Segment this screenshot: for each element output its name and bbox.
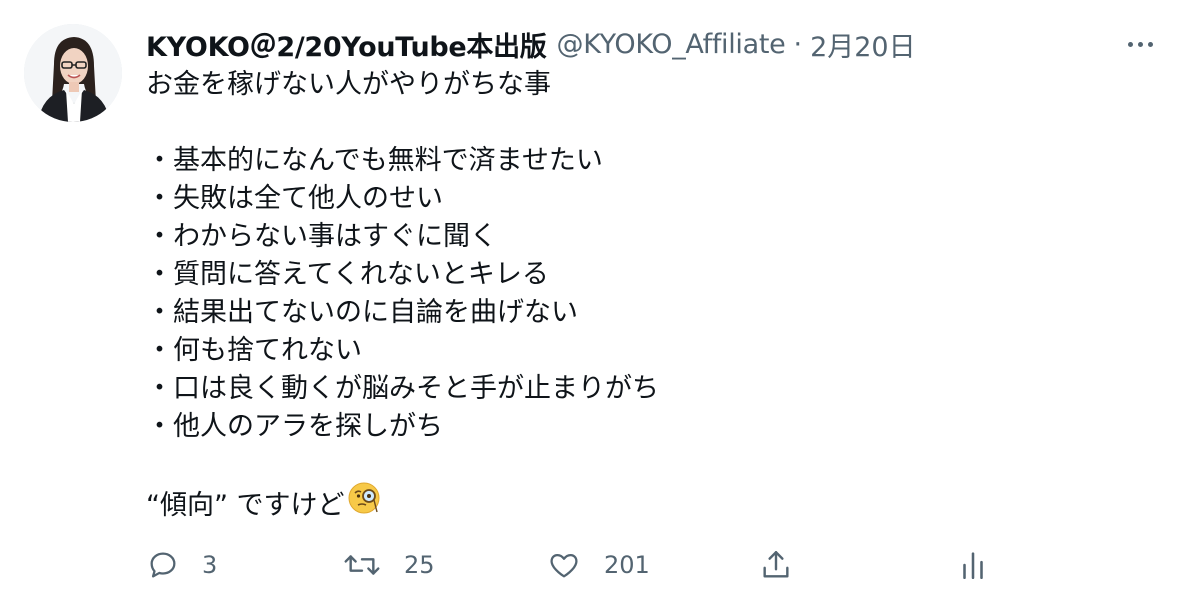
tweet-body: お金を稼げない人がやりがちな事 ・基本的になんでも無料で済ませたい ・失敗は全て… — [146, 66, 659, 522]
more-options-icon[interactable] — [1122, 30, 1158, 58]
bullet-item: ・何も捨てれない — [146, 335, 362, 366]
bullet-item: ・わからない事はすぐに聞く — [146, 221, 497, 252]
tweet-text-line: お金を稼げない人がやりがちな事 — [146, 69, 551, 100]
profile-photo — [24, 24, 122, 122]
bullet-item: ・基本的になんでも無料で済ませたい — [146, 145, 603, 176]
bullet-item: ・質問に答えてくれないとキレる — [146, 259, 549, 290]
closing-text: “傾向” ですけど — [146, 490, 345, 521]
share-action[interactable] — [758, 540, 794, 590]
author-handle[interactable]: @KYOKO_Affiliate — [557, 29, 786, 60]
retweet-icon[interactable] — [342, 548, 382, 582]
separator-dot: · — [793, 28, 803, 60]
bullet-item: ・結果出てないのに自論を曲げない — [146, 297, 578, 328]
reply-action[interactable]: 3 — [146, 540, 217, 590]
tweet-timestamp[interactable]: 2月20日 — [810, 25, 916, 64]
reply-icon[interactable] — [146, 548, 180, 582]
share-icon[interactable] — [758, 548, 794, 582]
tweet[interactable]: KYOKO＠2/20YouTube本出版 @KYOKO_Affiliate · … — [0, 0, 1194, 610]
retweet-count: 25 — [404, 551, 435, 579]
like-action[interactable]: 201 — [546, 540, 650, 590]
bullet-item: ・口は良く動くが脳みそと手が止まりがち — [146, 373, 659, 404]
like-count: 201 — [604, 551, 650, 579]
tweet-header: KYOKO＠2/20YouTube本出版 @KYOKO_Affiliate · … — [146, 24, 916, 64]
face-with-monocle-icon — [347, 481, 381, 526]
heart-icon[interactable] — [546, 548, 582, 582]
bullet-item: ・失敗は全て他人のせい — [146, 183, 443, 214]
retweet-action[interactable]: 25 — [342, 540, 435, 590]
avatar[interactable] — [24, 24, 122, 122]
analytics-action[interactable] — [958, 540, 988, 590]
analytics-icon[interactable] — [958, 548, 988, 582]
closing-line: “傾向” ですけど — [146, 482, 659, 522]
reply-count: 3 — [202, 551, 218, 579]
bullet-item: ・他人のアラを探しがち — [146, 411, 443, 442]
author-display-name[interactable]: KYOKO＠2/20YouTube本出版 — [146, 25, 547, 64]
tweet-actions: 3 25 201 — [146, 540, 1046, 590]
